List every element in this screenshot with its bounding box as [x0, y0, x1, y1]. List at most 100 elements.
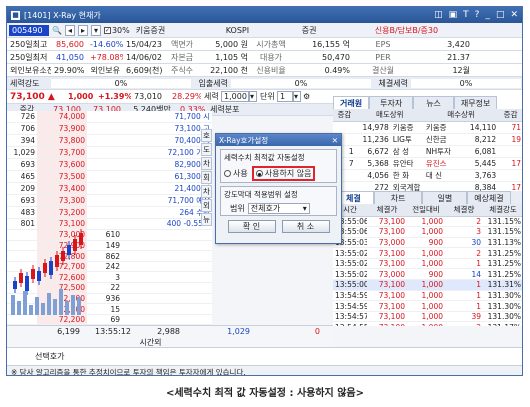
- broker-row[interactable]: 7 5,368 유안타 유진스 5,445 17: [333, 157, 522, 170]
- trade-row[interactable]: 13:55:06 73,100 1,000 2 131.15%: [333, 216, 522, 228]
- side-tab[interactable]: 호: [201, 129, 212, 142]
- trade-diff: 1,000: [407, 300, 445, 312]
- ask-price: 74,000: [37, 111, 87, 123]
- ask-bar-cell: [87, 194, 122, 207]
- ask-qty: 693: [7, 194, 37, 207]
- broker-row[interactable]: 4,056 한 화대 신 3,763: [333, 169, 522, 182]
- broker-d: 신한금: [423, 133, 459, 146]
- side-tab[interactable]: 회: [201, 171, 212, 184]
- trade-row[interactable]: 13:55:02 73,000 900 14 131.25%: [333, 268, 522, 281]
- trade-row[interactable]: 13:55:03 73,000 900 30 131.13%: [333, 237, 522, 249]
- link-icon[interactable]: ◫: [434, 10, 443, 20]
- unit-input[interactable]: 1,000: [221, 91, 249, 102]
- strength-row: 세력강도 0% 입출세력 0% 체결세력 0%: [7, 77, 522, 90]
- bid-qty: 69: [87, 314, 122, 325]
- ask-row[interactable]: 693 73,300 71,700 예상: [7, 194, 212, 207]
- search-icon[interactable]: 🔍: [52, 26, 62, 35]
- ask-extra: 264 수량: [122, 206, 212, 219]
- prev-arrow-icon[interactable]: ◂: [64, 24, 75, 36]
- tab-finance[interactable]: 재무정보: [453, 96, 498, 109]
- broker-row[interactable]: 1 6,672 삼 성 NH투자 6,081: [333, 145, 522, 158]
- side-tab[interactable]: 차: [201, 157, 212, 170]
- next-arrow-icon[interactable]: ▸: [77, 24, 88, 36]
- tab-broker[interactable]: 거래원: [333, 96, 370, 109]
- volume-bar: [35, 297, 39, 315]
- minimize-icon[interactable]: _: [485, 10, 490, 20]
- settings-gear-icon[interactable]: ⚙: [303, 92, 310, 101]
- trade-price: 73,100: [367, 290, 407, 302]
- cancel-button[interactable]: 취 소: [281, 220, 330, 233]
- broker-row[interactable]: 11,236 LIG투 신한금 8,212 19: [333, 133, 522, 146]
- tab-investor[interactable]: 투자자: [369, 96, 414, 109]
- trade-row[interactable]: 13:54:59 73,100 1,000 1 131.30%: [333, 300, 522, 312]
- close-icon[interactable]: ✕: [510, 10, 518, 20]
- ask-row[interactable]: 209 73,400 21,400 비: [7, 182, 212, 195]
- credit-label: 신용B/담보B/증30: [374, 25, 439, 35]
- font-icon[interactable]: T: [463, 10, 469, 20]
- trade-row[interactable]: 13:54:5573,1001,0002131.17%: [333, 321, 522, 326]
- tab-news[interactable]: 뉴스: [413, 96, 454, 109]
- maximize-icon[interactable]: □: [496, 10, 505, 20]
- ask-bar-cell: [87, 182, 122, 195]
- trade-row[interactable]: 13:54:57 73,100 1,000 39 131.30%: [333, 311, 522, 323]
- screen-icon[interactable]: ▣: [449, 10, 458, 20]
- trade-row[interactable]: 13:55:02 73,100 1,000 1 131.25%: [333, 258, 522, 270]
- broker-a: [333, 121, 356, 134]
- ask-price: 73,200: [37, 206, 87, 219]
- ask-qty: 1,029: [7, 146, 37, 159]
- tab-expected[interactable]: 예상체결: [467, 191, 511, 204]
- unit-dropdown-icon-2[interactable]: ▾: [293, 91, 301, 102]
- tab-chart[interactable]: 차트: [373, 191, 423, 204]
- broker-row[interactable]: 14,978 키움증 키움증 14,110 71: [333, 121, 522, 134]
- dialog-close-icon[interactable]: ✕: [332, 136, 338, 145]
- broker-c: 삼 성: [390, 145, 424, 158]
- radio-not-use[interactable]: 사용하지 않음: [251, 166, 316, 181]
- side-tab[interactable]: 뉴: [201, 213, 212, 226]
- broker-row[interactable]: 272 외국계합 8,384 17: [333, 181, 522, 191]
- radio-use[interactable]: 사용: [224, 168, 248, 179]
- ask-row[interactable]: 726 74,000 71,700 시: [7, 111, 212, 123]
- trade-diff: 900: [407, 268, 445, 281]
- bid-row[interactable]: 72,200 69: [7, 314, 212, 325]
- trade-qty: 1: [445, 300, 483, 312]
- trade-strength: 131.15%: [483, 216, 522, 228]
- bid-bar-cell: [122, 314, 212, 325]
- stock-code-input[interactable]: 005490: [9, 24, 49, 36]
- menu-arrow-icon[interactable]: ▾: [90, 24, 101, 36]
- filter-label: 세력: [204, 92, 219, 101]
- volume-bar: [71, 295, 75, 315]
- trade-row[interactable]: 13:54:59 73,100 1,000 1 131.30%: [333, 290, 522, 302]
- ask-row[interactable]: 693 73,600 82,900 상: [7, 158, 212, 171]
- percent-checkbox[interactable]: ✓ 30%: [103, 26, 130, 35]
- ask-extra: 82,900 상: [122, 158, 212, 171]
- ask-row[interactable]: 394 73,800 70,400 저: [7, 134, 212, 147]
- ask-row[interactable]: 465 73,500 61,300 하: [7, 170, 212, 183]
- info-v1: 1,105 억: [215, 52, 248, 62]
- ok-button[interactable]: 확 인: [227, 220, 276, 233]
- candle-body: [31, 269, 35, 279]
- ask-row[interactable]: 483 73,200 264 수량: [7, 206, 212, 219]
- range-select[interactable]: 전체호가 ▾: [247, 203, 310, 214]
- memo-area[interactable]: 선택호가: [7, 347, 522, 365]
- ask-price: 73,800: [37, 134, 87, 147]
- help-icon[interactable]: ?: [475, 10, 480, 20]
- ask-row[interactable]: 706 73,900 73,100 고: [7, 122, 212, 135]
- tab-daily[interactable]: 일별: [422, 191, 468, 204]
- inout-label: 입출세력: [198, 78, 228, 88]
- ask-extra: 70,400 저: [122, 134, 212, 147]
- unit-number-input[interactable]: 1: [277, 91, 293, 102]
- strength-label: 세력강도: [10, 78, 40, 88]
- side-tab[interactable]: 외: [201, 199, 212, 212]
- trade-row[interactable]: 13:55:02 73,100 1,000 2 131.25%: [333, 247, 522, 259]
- trade-row[interactable]: 13:55:00 73,100 1,000 1 131.31%: [333, 279, 522, 291]
- info-k3: PER: [375, 52, 391, 62]
- info-val: 85,600: [56, 39, 84, 49]
- ask-row[interactable]: 1,029 73,700 72,100 기준: [7, 146, 212, 159]
- trade-row[interactable]: 13:55:06 73,100 1,000 3 131.15%: [333, 226, 522, 238]
- sum-v3: 1,029: [227, 327, 250, 336]
- side-tab[interactable]: 차: [201, 185, 212, 198]
- side-tab[interactable]: 도: [201, 143, 212, 156]
- ask-price: 73,300: [37, 194, 87, 207]
- trade-qty: 2: [445, 216, 483, 228]
- unit-dropdown-icon[interactable]: ▾: [249, 91, 257, 102]
